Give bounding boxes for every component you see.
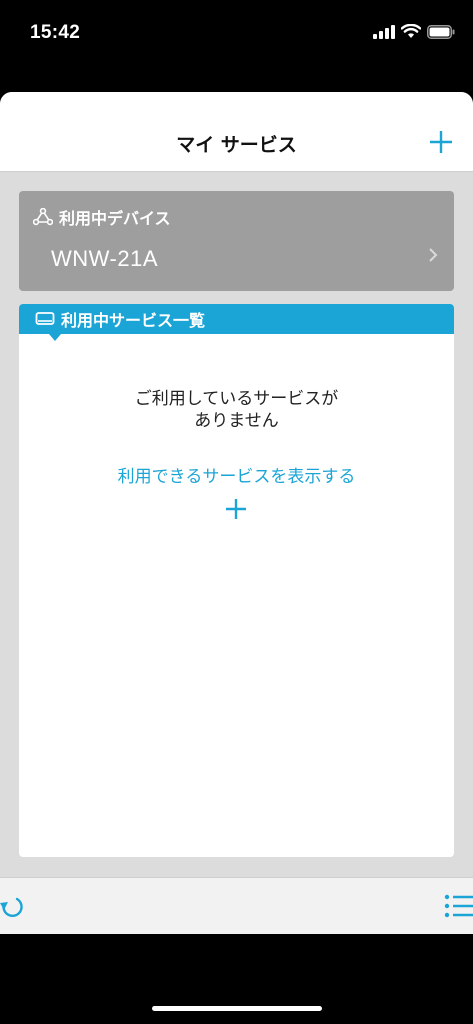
wifi-icon <box>401 24 421 38</box>
empty-state-message: ご利用しているサービスが ありません <box>19 388 454 432</box>
device-card-header: 利用中デバイス <box>33 205 171 229</box>
display-icon <box>35 312 55 325</box>
show-available-services-link[interactable]: 利用できるサービスを表示する <box>19 462 454 487</box>
app-screen: マイ サービス 利用中デバイス WNW-21A 利用中サービス一覧 ご利用してい… <box>0 92 473 934</box>
battery-icon <box>427 24 455 39</box>
chevron-right-icon <box>429 248 438 262</box>
bottom-toolbar <box>0 877 473 934</box>
network-triangle-icon <box>33 208 53 226</box>
empty-state-line-1: ご利用しているサービスが <box>134 389 339 409</box>
status-icons <box>373 24 455 39</box>
list-icon[interactable] <box>443 890 473 922</box>
page-title: マイ サービス <box>176 134 297 156</box>
device-card-label: 利用中デバイス <box>59 209 171 228</box>
services-card-header: 利用中サービス一覧 <box>19 304 454 334</box>
home-indicator[interactable] <box>152 1006 322 1011</box>
status-time: 15:42 <box>30 22 81 43</box>
services-card-label: 利用中サービス一覧 <box>61 311 206 330</box>
cellular-signal-icon <box>373 24 395 39</box>
refresh-icon[interactable] <box>0 890 30 922</box>
header-tab-pointer <box>49 334 61 341</box>
device-name: WNW-21A <box>51 246 158 271</box>
plus-icon[interactable] <box>427 128 455 156</box>
device-card[interactable]: 利用中デバイス WNW-21A <box>19 191 454 291</box>
empty-state-line-2: ありません <box>194 411 279 431</box>
services-card: 利用中サービス一覧 ご利用しているサービスが ありません 利用できるサービスを表… <box>19 304 454 857</box>
nav-bar: マイ サービス <box>0 92 473 172</box>
plus-icon[interactable] <box>224 497 248 521</box>
status-bar: 15:42 <box>0 0 473 70</box>
